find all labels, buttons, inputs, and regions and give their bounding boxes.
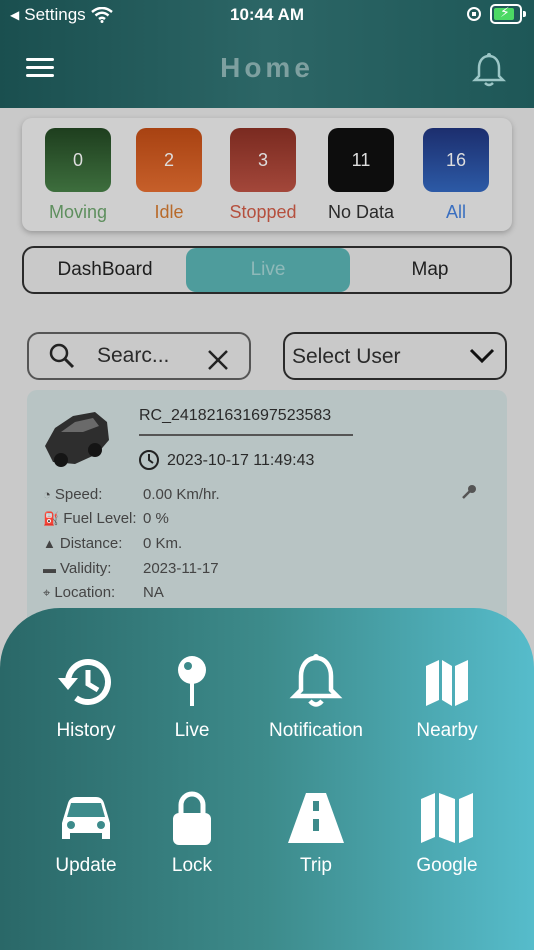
- all-count: 16: [445, 149, 467, 170]
- rotation-lock-icon: [467, 7, 481, 21]
- validity-value: 2023-11-17: [143, 560, 219, 577]
- map-icon: [421, 793, 473, 843]
- notification-bell-icon[interactable]: [472, 52, 506, 88]
- tab-map[interactable]: Map: [350, 248, 510, 292]
- search-input[interactable]: Searc...: [97, 344, 169, 368]
- validity-row: ▬ Validity: 2023-11-17: [43, 560, 219, 577]
- no-data-label: No Data: [327, 202, 395, 222]
- lock-label: Lock: [171, 855, 213, 876]
- speed-label: Speed:: [54, 486, 103, 503]
- trip-action[interactable]: Trip: [251, 789, 381, 877]
- page-title: Home: [220, 52, 314, 83]
- fuel-row: ⛽ Fuel Level: 0 %: [43, 510, 169, 527]
- car-icon: [62, 797, 110, 839]
- location-row: ⌖ Location: NA: [43, 584, 164, 601]
- car-image: [45, 412, 109, 467]
- stopped-count: 3: [257, 149, 268, 170]
- user-select-value: Select User: [292, 345, 401, 368]
- stopped-card[interactable]: 3: [230, 128, 296, 192]
- all-card[interactable]: 16: [423, 128, 489, 192]
- distance-value: 0 Km.: [143, 535, 183, 552]
- action-sheet: History Live Notification Nearby Update …: [0, 608, 534, 950]
- wallet-icon: ▬: [43, 561, 56, 576]
- google-label: Google: [416, 855, 478, 876]
- moving-label: Moving: [48, 202, 108, 222]
- chevron-down-icon: [469, 348, 495, 364]
- status-bar: ◀ Settings 10:44 AM ⚡: [0, 0, 534, 30]
- vehicle-card[interactable]: RC_241821631697523583 2023-10-17 11:49:4…: [27, 390, 507, 630]
- fuel-label: Fuel Level:: [63, 510, 137, 527]
- live-label: Live: [174, 720, 210, 741]
- tab-dashboard[interactable]: DashBoard: [24, 248, 186, 292]
- status-time: 10:44 AM: [229, 5, 304, 24]
- trip-label: Trip: [299, 855, 333, 876]
- distance-label: Distance:: [59, 535, 123, 552]
- road-icon: ▲: [43, 536, 56, 551]
- tab-live[interactable]: Live: [186, 248, 350, 292]
- key-icon[interactable]: [461, 484, 477, 500]
- speed-value: 0.00 Km/hr.: [143, 486, 220, 503]
- divider: [139, 434, 353, 436]
- user-select[interactable]: Select User: [283, 332, 507, 380]
- idle-card[interactable]: 2: [136, 128, 202, 192]
- search-icon: [49, 343, 75, 369]
- live-action[interactable]: Live: [127, 652, 257, 742]
- nearby-label: Nearby: [416, 720, 478, 741]
- notification-action[interactable]: Notification: [251, 652, 381, 742]
- idle-label: Idle: [154, 202, 184, 222]
- speed-row: ◔ Speed: 0.00 Km/hr.: [43, 486, 220, 503]
- location-icon: ⌖: [43, 584, 51, 600]
- speedometer-icon: ◔: [43, 487, 51, 502]
- road-icon: [288, 793, 344, 843]
- all-label: All: [445, 202, 466, 222]
- moving-card[interactable]: 0: [45, 128, 111, 192]
- lock-icon: [173, 791, 211, 845]
- notification-label: Notification: [269, 720, 363, 741]
- lock-action[interactable]: Lock: [127, 789, 257, 877]
- app-header: ◀ Settings 10:44 AM ⚡ Home: [0, 0, 534, 108]
- clock-icon: [139, 450, 159, 470]
- search-field[interactable]: Searc...: [27, 332, 251, 380]
- validity-label: Validity:: [60, 560, 112, 577]
- no-data-count: 11: [351, 149, 371, 170]
- google-action[interactable]: Google: [382, 789, 512, 877]
- clear-icon[interactable]: [207, 349, 229, 371]
- bell-icon: [289, 654, 343, 707]
- fuel-icon: ⛽: [43, 510, 60, 526]
- stopped-label: Stopped: [229, 202, 297, 222]
- view-tabs: DashBoard Live Map: [22, 246, 512, 294]
- location-label: Location:: [54, 584, 116, 601]
- moving-count: 0: [72, 149, 83, 170]
- vehicle-id: RC_241821631697523583: [139, 407, 332, 424]
- idle-count: 2: [163, 149, 174, 170]
- map-fold-icon: [426, 660, 468, 706]
- no-data-card[interactable]: 11: [328, 128, 394, 192]
- vehicle-timestamp: 2023-10-17 11:49:43: [167, 452, 315, 469]
- distance-row: ▲ Distance: 0 Km.: [43, 535, 182, 552]
- pin-icon: [178, 656, 206, 706]
- location-value: NA: [143, 584, 164, 601]
- battery-icon: ⚡: [490, 4, 526, 24]
- history-icon: [58, 659, 111, 705]
- vehicle-summary: 0 Moving 2 Idle 3 Stopped 11 No Data 16 …: [22, 118, 512, 231]
- nearby-action[interactable]: Nearby: [382, 652, 512, 742]
- fuel-value: 0 %: [143, 510, 169, 527]
